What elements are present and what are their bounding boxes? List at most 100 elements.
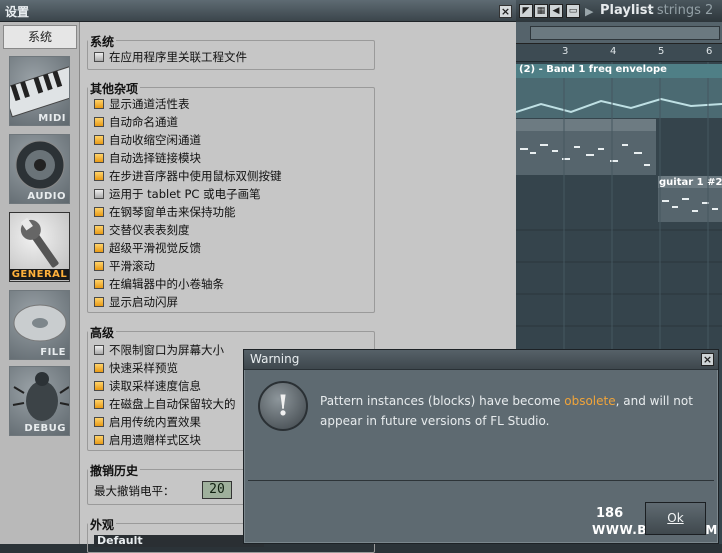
sidebar-item-file[interactable]: FILE: [9, 290, 70, 360]
option-associate-project-files[interactable]: 在应用程序里关联工程文件: [94, 48, 247, 66]
option-small-scrollbars[interactable]: 在编辑器中的小卷轴条: [94, 275, 282, 293]
option-unlimited-window-size[interactable]: 不限制窗口为屏幕大小: [94, 341, 236, 359]
close-icon[interactable]: ×: [701, 353, 714, 366]
ruler-label: 5: [658, 46, 665, 57]
checkbox[interactable]: [94, 153, 104, 163]
sidebar-item-label: MIDI: [38, 113, 66, 124]
checkbox[interactable]: [94, 243, 104, 253]
option-label: 读取采样速度信息: [109, 379, 201, 393]
sidebar-item-general[interactable]: GENERAL: [9, 212, 70, 282]
checkbox[interactable]: [94, 399, 104, 409]
checkbox[interactable]: [94, 207, 104, 217]
option-label: 自动选择链接模块: [109, 151, 201, 165]
option-label: 显示通道活性表: [109, 97, 190, 111]
expand-arrow-icon[interactable]: ▶: [585, 5, 593, 18]
close-icon[interactable]: ×: [499, 5, 512, 18]
watermark-number: 186: [596, 506, 624, 521]
checkbox[interactable]: [94, 225, 104, 235]
option-auto-name-channels[interactable]: 自动命名通道: [94, 113, 282, 131]
undo-max-stepper[interactable]: 20: [202, 481, 232, 499]
option-auto-zip-empty-channels[interactable]: 自动收缩空闲通道: [94, 131, 282, 149]
sidebar-header: 系统: [3, 25, 77, 49]
checkbox[interactable]: [94, 363, 104, 373]
playlist-ruler[interactable]: [516, 44, 722, 62]
warning-message: Pattern instances (blocks) have become o…: [320, 391, 700, 431]
option-show-channel-activity[interactable]: 显示通道活性表: [94, 95, 282, 113]
ruler-label: 6: [706, 46, 713, 57]
exclamation-icon: !: [258, 381, 308, 431]
sidebar-item-debug[interactable]: DEBUG: [9, 366, 70, 436]
option-super-smooth-feedback[interactable]: 超级平滑视觉反馈: [94, 239, 282, 257]
ruler-label: 4: [610, 46, 617, 57]
warning-message-highlight: obsolete: [564, 394, 616, 408]
grid-icon[interactable]: ▦: [534, 4, 548, 18]
option-legacy-effects[interactable]: 启用传统内置效果: [94, 413, 236, 431]
option-keep-large-on-disk[interactable]: 在磁盘上自动保留较大的: [94, 395, 236, 413]
option-read-sample-tempo[interactable]: 读取采样速度信息: [94, 377, 236, 395]
divider: [248, 480, 714, 481]
ok-button[interactable]: Ok: [645, 502, 706, 535]
warning-titlebar[interactable]: [244, 350, 718, 370]
option-label: 在磁盘上自动保留较大的: [109, 397, 236, 411]
option-show-splash[interactable]: 显示启动闪屏: [94, 293, 282, 311]
theme-select[interactable]: Default: [94, 535, 264, 547]
checkbox[interactable]: [94, 52, 104, 62]
group-title-appearance: 外观: [88, 516, 117, 533]
checkbox[interactable]: [94, 345, 104, 355]
checkbox[interactable]: [94, 135, 104, 145]
group-title-undo: 撤销历史: [88, 462, 141, 479]
checkbox[interactable]: [94, 117, 104, 127]
option-label: 超级平滑视觉反馈: [109, 241, 201, 255]
checkbox[interactable]: [94, 279, 104, 289]
option-auto-select-linked-modules[interactable]: 自动选择链接模块: [94, 149, 282, 167]
advanced-options: 不限制窗口为屏幕大小 快速采样预览 读取采样速度信息 在磁盘上自动保留较大的 启…: [94, 341, 236, 449]
playlist-scrollbar[interactable]: [530, 26, 720, 40]
sidebar-item-midi[interactable]: MIDI: [9, 56, 70, 126]
option-label: 显示启动闪屏: [109, 295, 178, 309]
settings-title: 设置: [5, 5, 30, 19]
checkbox[interactable]: [94, 189, 104, 199]
sidebar-item-label: FILE: [40, 347, 66, 358]
checkbox[interactable]: [94, 435, 104, 445]
misc-options: 显示通道活性表 自动命名通道 自动收缩空闲通道 自动选择链接模块 在步进音序器中…: [94, 95, 282, 311]
option-smooth-scrolling[interactable]: 平滑滚动: [94, 257, 282, 275]
warning-message-text: Pattern instances (blocks) have become: [320, 394, 565, 408]
undo-max-label: 最大撤销电平：: [94, 484, 175, 498]
option-label: 在步进音序器中使用鼠标双侧按键: [109, 169, 282, 183]
arrow-icon[interactable]: ◤: [519, 4, 533, 18]
speaker-small-icon[interactable]: ◀: [549, 4, 563, 18]
option-label: 在应用程序里关联工程文件: [109, 50, 247, 64]
sidebar-item-label: GENERAL: [10, 269, 69, 280]
clip-label[interactable]: guitar 1 #2: [659, 177, 722, 188]
envelope-label: (2) - Band 1 freq envelope: [519, 64, 667, 75]
option-stepseq-mouse-buttons[interactable]: 在步进音序器中使用鼠标双侧按键: [94, 167, 282, 185]
option-label: 自动收缩空闲通道: [109, 133, 201, 147]
checkbox[interactable]: [94, 261, 104, 271]
option-piano-roll-click-hold[interactable]: 在钢琴窗单击来保持功能: [94, 203, 282, 221]
option-legacy-blocks[interactable]: 启用遗赠样式区块: [94, 431, 236, 449]
checkbox[interactable]: [94, 417, 104, 427]
option-label: 在钢琴窗单击来保持功能: [109, 205, 236, 219]
option-alternate-meter-scale[interactable]: 交替仪表表刻度: [94, 221, 282, 239]
option-tablet-pc[interactable]: 运用于 tablet PC 或电子画笔: [94, 185, 282, 203]
option-label: 启用传统内置效果: [109, 415, 201, 429]
sidebar-item-audio[interactable]: AUDIO: [9, 134, 70, 204]
sidebar-item-label: AUDIO: [27, 191, 66, 202]
checkbox[interactable]: [94, 381, 104, 391]
warning-title: Warning: [250, 352, 300, 366]
settings-titlebar[interactable]: [0, 0, 516, 22]
playlist-subtitle: - strings 2: [648, 3, 714, 18]
checkbox[interactable]: [94, 171, 104, 181]
option-label: 自动命名通道: [109, 115, 178, 129]
option-label: 在编辑器中的小卷轴条: [109, 277, 224, 291]
ruler-label: 3: [562, 46, 569, 57]
group-title-advanced: 高级: [88, 324, 117, 341]
window-icon[interactable]: ▭: [566, 4, 580, 18]
option-label: 启用遗赠样式区块: [109, 433, 201, 447]
option-fast-sample-preview[interactable]: 快速采样预览: [94, 359, 236, 377]
checkbox[interactable]: [94, 297, 104, 307]
option-label: 运用于 tablet PC 或电子画笔: [109, 187, 261, 201]
option-label: 平滑滚动: [109, 259, 155, 273]
option-label: 快速采样预览: [109, 361, 178, 375]
checkbox[interactable]: [94, 99, 104, 109]
